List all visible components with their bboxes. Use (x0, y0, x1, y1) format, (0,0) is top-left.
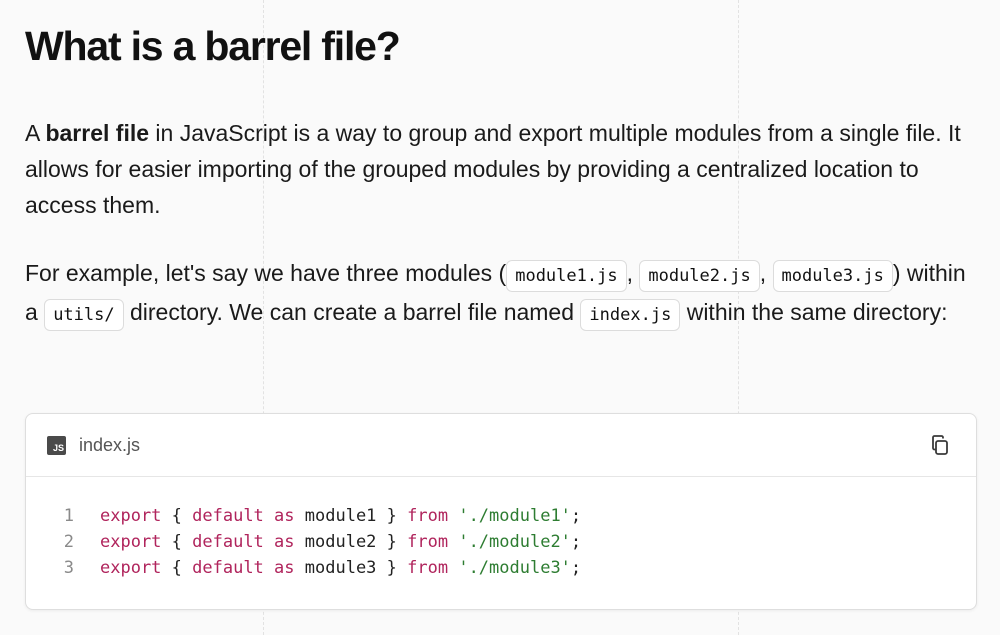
barrel-file-term: barrel file (45, 120, 150, 146)
code-token: ; (570, 506, 582, 526)
code-block-header: JS index.js (26, 414, 976, 477)
code-token: module3 } (294, 558, 408, 578)
code-line: 1 export { default as module1 } from './m… (26, 503, 581, 529)
copy-icon (932, 435, 948, 455)
inline-code-module3: module3.js (772, 260, 893, 292)
example-text: within the same directory: (686, 299, 948, 325)
inline-code-module2: module2.js (639, 260, 760, 292)
code-lines: 1 export { default as module1 } from './m… (26, 503, 581, 581)
code-keyword: as (274, 506, 295, 526)
code-keyword: export (100, 558, 162, 578)
code-token: module2 } (294, 532, 408, 552)
code-keyword: from (407, 506, 449, 526)
article: What is a barrel file? A barrel file in … (25, 0, 977, 333)
javascript-file-icon: JS (47, 436, 66, 455)
code-keyword: default (192, 558, 264, 578)
page-title: What is a barrel file? (25, 23, 401, 69)
example-text: For example, let's say we have three mod… (25, 260, 507, 286)
code-text: export { default as module3 } from './mo… (100, 555, 581, 581)
copy-button[interactable] (928, 433, 952, 457)
code-text: export { default as module1 } from './mo… (100, 503, 581, 529)
code-keyword: from (407, 532, 449, 552)
code-block: JS index.js 1 export { default as module1… (25, 413, 977, 610)
line-number: 1 (63, 506, 74, 526)
code-keyword: as (274, 532, 295, 552)
intro-paragraph: A barrel file in JavaScript is a way to … (25, 115, 977, 223)
code-keyword: as (274, 558, 295, 578)
line-number: 2 (63, 532, 74, 552)
line-number: 3 (63, 558, 74, 578)
intro-text: in JavaScript is a way to group and expo… (25, 120, 961, 218)
code-token: ; (570, 558, 582, 578)
inline-code-index: index.js (580, 299, 681, 331)
code-keyword: default (192, 506, 264, 526)
intro-prefix: A (25, 120, 46, 146)
code-string: './module3' (458, 558, 571, 578)
code-line: 3 export { default as module3 } from './m… (26, 555, 581, 581)
code-filename: index.js (79, 435, 141, 455)
example-paragraph: For example, let's say we have three mod… (25, 255, 977, 333)
code-token: { (161, 506, 193, 526)
example-text: , (626, 260, 633, 286)
code-token: module1 } (294, 506, 408, 526)
code-token: { (161, 532, 193, 552)
code-keyword: default (192, 532, 264, 552)
code-string: './module1' (458, 506, 571, 526)
code-keyword: from (407, 558, 449, 578)
code-line: 2 export { default as module2 } from './m… (26, 529, 581, 555)
example-text: , (759, 260, 767, 286)
code-keyword: export (100, 506, 162, 526)
example-text: directory. We can create a barrel file n… (130, 299, 575, 325)
code-text: export { default as module2 } from './mo… (100, 529, 581, 555)
code-keyword: export (100, 532, 162, 552)
code-token: { (161, 558, 193, 578)
code-string: './module2' (458, 532, 571, 552)
file-icon-label: JS (52, 443, 64, 453)
code-token: ; (570, 532, 582, 552)
inline-code-utils: utils/ (44, 299, 124, 331)
inline-code-module1: module1.js (506, 260, 627, 292)
